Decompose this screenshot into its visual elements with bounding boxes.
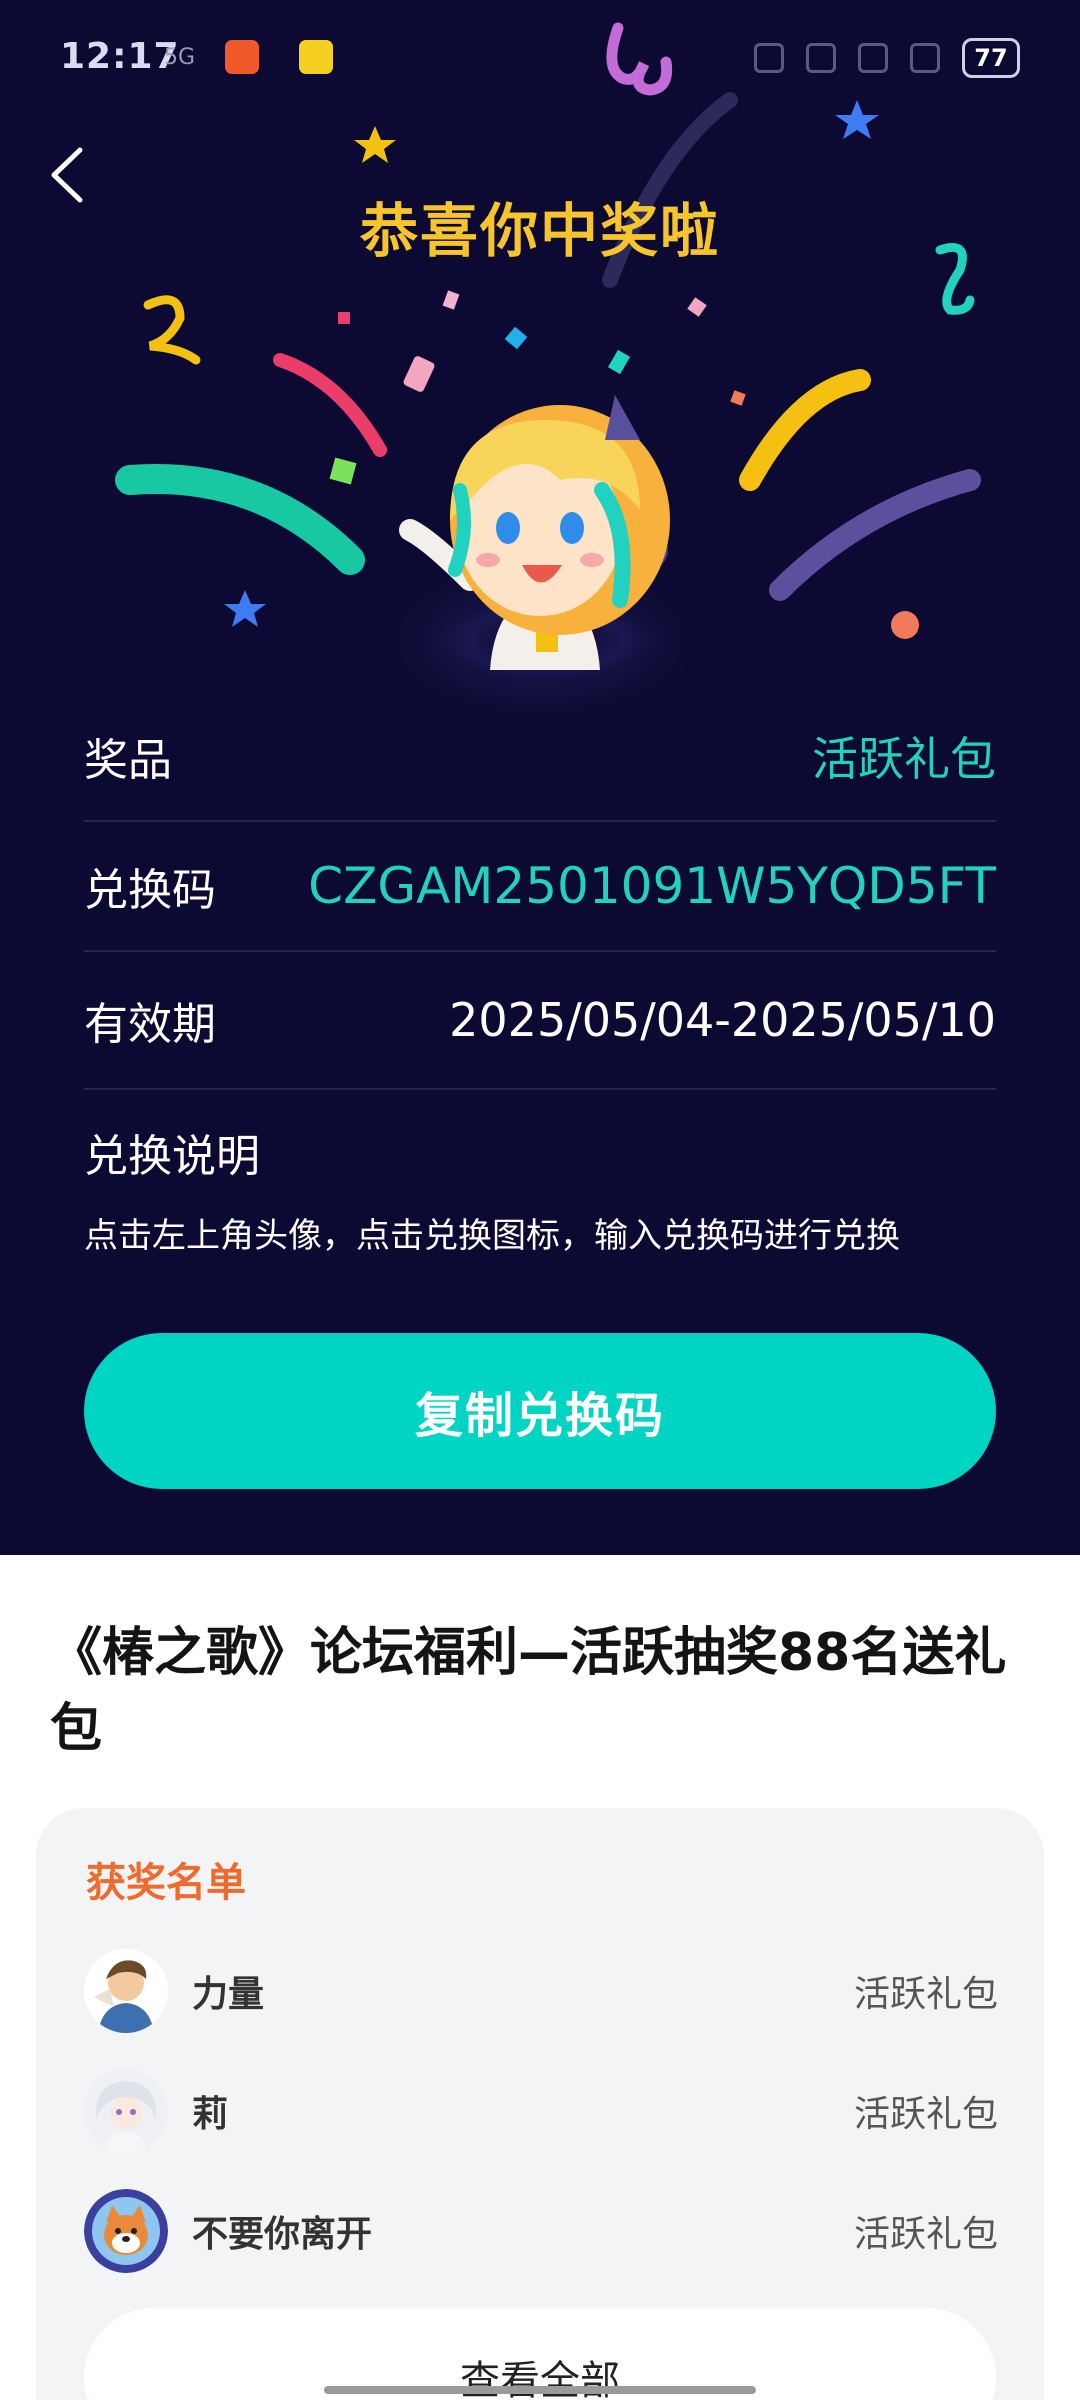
prize-value: 活跃礼包 [812,732,996,786]
winners-heading: 获奖名单 [86,1860,246,1906]
avatar [84,2069,168,2153]
prize-label: 奖品 [84,735,172,786]
avatar [84,1949,168,2033]
celebration-illustration [115,92,981,730]
post-title: 《椿之歌》论坛福利—活跃抽奖88名送礼包 [50,1623,1007,1759]
redeem-code-value[interactable]: CZGAM2501091W5YQD5FT [308,857,996,915]
code-row: 兑换码 CZGAM2501091W5YQD5FT [84,822,996,952]
winner-name: 不要你离开 [192,2214,373,2255]
home-indicator[interactable] [324,2386,756,2394]
winner-prize: 活跃礼包 [853,2094,998,2135]
winner-row[interactable]: 莉 活跃礼包 [84,2066,998,2156]
prize-row: 奖品 活跃礼包 [84,692,996,822]
prize-banner: 12:17 5G 77 恭喜你中奖啦 奖品 活跃礼包 兑换码 CZGAM2501… [0,0,1080,1555]
winner-prize: 活跃礼包 [853,2214,998,2255]
code-label: 兑换码 [84,865,216,916]
winner-row[interactable]: 不要你离开 活跃礼包 [84,2186,998,2276]
winner-prize: 活跃礼包 [853,1974,998,2015]
validity-value: 2025/05/04-2025/05/10 [449,993,996,1047]
winner-row[interactable]: 力量 活跃礼包 [84,1946,998,2036]
avatar [84,2189,168,2273]
winner-name: 莉 [192,2094,229,2135]
instructions-text: 点击左上角头像，点击兑换图标，输入兑换码进行兑换 [84,1216,900,1256]
copy-code-button[interactable]: 复制兑换码 [84,1333,996,1489]
validity-label: 有效期 [84,999,216,1050]
instructions-title: 兑换说明 [84,1131,260,1182]
page-title: 恭喜你中奖啦 [359,197,720,265]
winners-card: 获奖名单 力量 活跃礼包 莉 活跃礼包 不要你离开 活跃礼包 查看全部 [36,1808,1044,2400]
prize-info-list: 奖品 活跃礼包 兑换码 CZGAM2501091W5YQD5FT 有效期 202… [84,692,996,1090]
validity-row: 有效期 2025/05/04-2025/05/10 [84,952,996,1090]
winner-name: 力量 [192,1974,265,2015]
